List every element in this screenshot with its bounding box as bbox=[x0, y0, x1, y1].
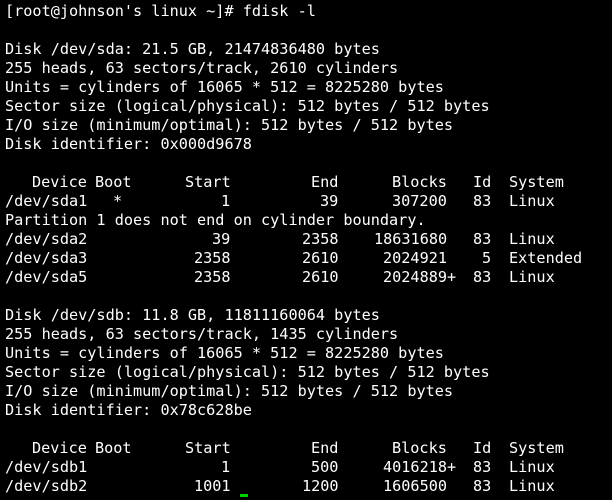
sda-table-header: Device Boot Start End Blocks Id System bbox=[5, 173, 612, 192]
partition-warning: Partition 1 does not end on cylinder bou… bbox=[5, 211, 426, 229]
terminal-window[interactable]: [root@johnson's linux ~]# fdisk -l Disk … bbox=[0, 0, 612, 500]
header-blocks: Blocks bbox=[392, 439, 447, 457]
partition-start: 1 bbox=[221, 458, 231, 476]
partition-end: 2610 bbox=[302, 268, 339, 286]
partition-end: 500 bbox=[311, 458, 339, 476]
header-blocks: Blocks bbox=[392, 173, 447, 191]
table-row: /dev/sda5 2358 2610 2024889+ 83 Linux bbox=[5, 268, 612, 287]
header-start: Start bbox=[185, 439, 231, 457]
partition-device: /dev/sdb2 bbox=[5, 477, 88, 495]
sdb-table-header: Device Boot Start End Blocks Id System bbox=[5, 439, 612, 458]
partition-blocks: 307200 bbox=[392, 192, 447, 210]
partition-start: 1001 bbox=[194, 477, 231, 495]
partition-device: /dev/sda3 bbox=[5, 249, 88, 267]
partition-end: 2358 bbox=[302, 230, 339, 248]
header-boot: Boot bbox=[95, 439, 132, 457]
partition-start: 1 bbox=[221, 192, 231, 210]
partition-end: 1200 bbox=[302, 477, 339, 495]
partition-system: Linux bbox=[509, 192, 555, 210]
partition-id: 83 bbox=[473, 458, 492, 476]
terminal-cursor bbox=[240, 494, 248, 497]
partition-end: 2610 bbox=[302, 249, 339, 267]
sdb-disk-summary: Disk /dev/sdb: 11.8 GB, 11811160064 byte… bbox=[5, 306, 380, 324]
partition-end: 39 bbox=[320, 192, 339, 210]
partition-blocks: 4016218+ bbox=[383, 458, 457, 476]
header-device: Device bbox=[32, 173, 87, 191]
sda-disk-summary: Disk /dev/sda: 21.5 GB, 21474836480 byte… bbox=[5, 40, 380, 58]
sda-disk-identifier: Disk identifier: 0x000d9678 bbox=[5, 135, 252, 153]
partition-system: Extended bbox=[509, 249, 583, 267]
table-row: /dev/sda1 * 1 39 307200 83 Linux bbox=[5, 192, 612, 211]
partition-id: 83 bbox=[473, 268, 492, 286]
sdb-geometry: 255 heads, 63 sectors/track, 1435 cylind… bbox=[5, 325, 399, 343]
partition-blocks: 2024921 bbox=[383, 249, 448, 267]
table-row: /dev/sdb2 1001 1200 1606500 83 Linux bbox=[5, 477, 612, 496]
table-row: /dev/sdb1 1 500 4016218+ 83 Linux bbox=[5, 458, 612, 477]
partition-device: /dev/sdb1 bbox=[5, 458, 88, 476]
partition-id: 83 bbox=[473, 230, 492, 248]
partition-start: 2358 bbox=[194, 268, 231, 286]
partition-device: /dev/sda2 bbox=[5, 230, 88, 248]
partition-blocks: 2024889+ bbox=[383, 268, 457, 286]
header-system: System bbox=[509, 439, 564, 457]
partition-blocks: 18631680 bbox=[374, 230, 448, 248]
partition-blocks: 1606500 bbox=[383, 477, 448, 495]
header-device: Device bbox=[32, 439, 87, 457]
sdb-sector-size: Sector size (logical/physical): 512 byte… bbox=[5, 363, 490, 381]
header-id: Id bbox=[473, 439, 492, 457]
partition-device: /dev/sda1 bbox=[5, 192, 88, 210]
partition-device: /dev/sda5 bbox=[5, 268, 88, 286]
sdb-io-size: I/O size (minimum/optimal): 512 bytes / … bbox=[5, 382, 454, 400]
partition-system: Linux bbox=[509, 477, 555, 495]
sda-io-size: I/O size (minimum/optimal): 512 bytes / … bbox=[5, 116, 454, 134]
partition-start: 39 bbox=[212, 230, 231, 248]
sda-units: Units = cylinders of 16065 * 512 = 82252… bbox=[5, 78, 444, 96]
partition-start: 2358 bbox=[194, 249, 231, 267]
partition-id: 83 bbox=[473, 192, 492, 210]
partition-boot-flag: * bbox=[113, 192, 123, 210]
header-system: System bbox=[509, 173, 564, 191]
sdb-units: Units = cylinders of 16065 * 512 = 82252… bbox=[5, 344, 444, 362]
partition-system: Linux bbox=[509, 268, 555, 286]
header-end: End bbox=[311, 173, 339, 191]
partition-id: 5 bbox=[482, 249, 492, 267]
table-row: /dev/sda3 2358 2610 2024921 5 Extended bbox=[5, 249, 612, 268]
header-end: End bbox=[311, 439, 339, 457]
command-prompt-line: [root@johnson's linux ~]# fdisk -l bbox=[5, 2, 316, 20]
partition-system: Linux bbox=[509, 230, 555, 248]
header-id: Id bbox=[473, 173, 492, 191]
partition-system: Linux bbox=[509, 458, 555, 476]
table-row: /dev/sda2 39 2358 18631680 83 Linux bbox=[5, 230, 612, 249]
partition-id: 83 bbox=[473, 477, 492, 495]
header-start: Start bbox=[185, 173, 231, 191]
header-boot: Boot bbox=[95, 173, 132, 191]
sda-sector-size: Sector size (logical/physical): 512 byte… bbox=[5, 97, 490, 115]
sda-geometry: 255 heads, 63 sectors/track, 2610 cylind… bbox=[5, 59, 399, 77]
sdb-disk-identifier: Disk identifier: 0x78c628be bbox=[5, 401, 252, 419]
